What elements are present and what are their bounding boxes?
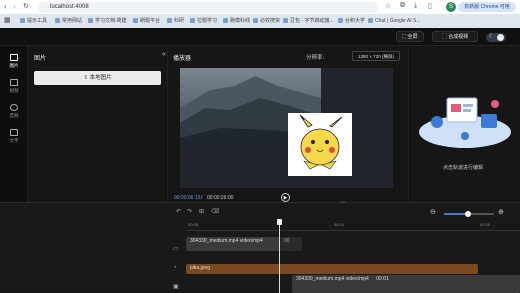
address-bar[interactable]: localhost:4008	[38, 2, 378, 13]
material-panel: 图片 ⇪ 本地图片	[28, 46, 168, 202]
time-ruler[interactable]: 00:00 00:10 00:20	[186, 221, 520, 231]
fullscreen-button[interactable]: ⛶ 全屏	[396, 31, 424, 42]
bookmark-item[interactable]: 刷题平台	[133, 16, 160, 26]
upload-local-image-button[interactable]: ⇪ 本地图片	[34, 71, 161, 85]
nav-text[interactable]: 文字	[0, 127, 28, 149]
image-icon	[10, 54, 18, 61]
clip-extra: 00	[284, 238, 290, 244]
clip-extra: 00:01	[376, 276, 389, 282]
time-separator: /	[201, 195, 203, 201]
timeline-clip-video-2[interactable]: 304330_medium.mp4 video/mp4 00:01	[292, 275, 520, 293]
player-title: 播放器	[173, 56, 192, 62]
bookmark-item[interactable]: 科研	[167, 16, 184, 26]
star-icon[interactable]: ☆	[385, 2, 391, 10]
nav-image[interactable]: 图片	[0, 52, 28, 74]
bookmark-item[interactable]: Chat | Google AI S...	[368, 16, 421, 26]
moon-icon: ☾	[489, 34, 495, 40]
video-track-icon: ▭	[173, 246, 179, 252]
download-icon[interactable]: ⤓	[414, 2, 417, 10]
toolbar-split-icon[interactable]: ⊞	[199, 208, 204, 215]
bookmark-item[interactable]: 常用网站	[55, 16, 82, 26]
toolbar-delete-icon[interactable]: ⌫	[211, 208, 219, 215]
bookmark-item[interactable]: 学习文档-简建	[88, 16, 127, 26]
video-icon	[10, 79, 18, 86]
pikachu-image[interactable]	[288, 113, 352, 176]
play-button[interactable]: ▶	[281, 193, 290, 202]
resolution-label: 分辨率:	[306, 55, 325, 61]
text-icon	[10, 129, 18, 136]
url-text: localhost:4008	[50, 4, 89, 10]
export-video-button[interactable]: ⬚ 合成视频	[432, 31, 478, 42]
theme-toggle[interactable]: ☾	[486, 33, 506, 42]
toggle-knob	[497, 34, 504, 41]
player-panel: « 播放器 分辨率: 1280 × 720 (横屏) 00:00:06:15 /…	[162, 46, 412, 202]
nav-video[interactable]: 视频	[0, 77, 28, 99]
timeline-left: ↶ ↷ ⊞ 🗑	[0, 202, 218, 292]
clip-label: 304330_medium.mp4 video/mp4	[190, 238, 263, 244]
bookmark-item[interactable]: 跑模科线	[223, 16, 250, 26]
timeline-clip-video-ghost[interactable]: 00	[280, 237, 302, 251]
edit-hint-text: 点击轨道进行编辑	[443, 165, 484, 171]
toolbar-redo-icon[interactable]: ↷	[187, 208, 192, 215]
ruler-tick-label: 00:10	[334, 222, 345, 227]
bookmark-item[interactable]: 豆包 - 字节跳动旗...	[283, 16, 334, 26]
zoom-slider[interactable]	[444, 211, 494, 217]
profile-avatar[interactable]: S	[446, 2, 456, 12]
zoom-in-icon[interactable]: ⊕	[498, 208, 504, 216]
nav-audio[interactable]: 音频	[0, 102, 28, 124]
panel-title: 图片	[34, 56, 47, 62]
pikachu-illustration	[299, 114, 343, 170]
timeline-clip-video[interactable]: 304330_medium.mp4 video/mp4	[186, 237, 280, 251]
property-panel: 点击轨道进行编辑	[408, 46, 520, 202]
bookmark-item[interactable]: 拉题学习	[190, 16, 217, 26]
time-total: 00:00:26:00	[207, 195, 234, 201]
edit-illustration	[419, 97, 511, 148]
reload-icon[interactable]: ↻	[23, 2, 29, 10]
ruler-tick-label: 00:00	[188, 222, 199, 227]
extension-icon[interactable]: ⧉	[400, 2, 405, 10]
playhead-handle[interactable]	[277, 219, 282, 225]
forward-icon[interactable]: ›	[13, 2, 16, 11]
chrome-update-button[interactable]: 有新版 Chrome 可用	[458, 2, 516, 12]
clip-label: 304330_medium.mp4 video/mp4	[296, 276, 369, 282]
browser-toolbar: ‹ › ↻ localhost:4008 ☆ ⧉ ⤓ ▯ S 有新版 Chrom…	[0, 0, 520, 14]
timeline: ⋯ ↶ ↷ ⊞ ⌫ ⊖ ⊕ 00:00 00:10 00:20 ▭ ◔ ▣ 30…	[168, 199, 520, 293]
bookmark-item[interactable]: 台积大学	[338, 16, 365, 26]
zoom-out-icon[interactable]: ⊖	[430, 208, 436, 216]
audio-track-icon: ▣	[173, 284, 179, 290]
bookmark-item[interactable]: 必收搜资	[253, 16, 280, 26]
playhead[interactable]	[277, 219, 282, 293]
timeline-clip-image[interactable]: pika.jpeg	[186, 264, 478, 274]
ruler-tick-label: 00:20	[480, 222, 491, 227]
time-current: 00:00:06:15	[174, 195, 201, 201]
preview-canvas[interactable]	[180, 68, 393, 188]
sidepanel-icon[interactable]: ▯	[428, 2, 432, 10]
resolution-select[interactable]: 1280 × 720 (横屏)	[352, 51, 400, 61]
app-topbar: ⛶ 全屏 ⬚ 合成视频 ☾	[0, 28, 520, 46]
play-icon: ▶	[283, 195, 288, 201]
back-icon[interactable]: ‹	[4, 2, 7, 11]
bookmark-item[interactable]: 提示工具	[20, 16, 47, 26]
clip-label: pika.jpeg	[190, 265, 211, 271]
collapse-timeline-icon[interactable]: ⋯	[340, 199, 346, 206]
bookmarks-grid-icon[interactable]: ▦	[4, 16, 11, 26]
image-track-icon: ◔	[173, 265, 177, 271]
collapse-panel-icon[interactable]: «	[162, 51, 166, 58]
zoom-slider-thumb[interactable]	[465, 211, 471, 217]
toolbar-undo-icon[interactable]: ↶	[176, 208, 181, 215]
audio-icon	[10, 104, 18, 111]
